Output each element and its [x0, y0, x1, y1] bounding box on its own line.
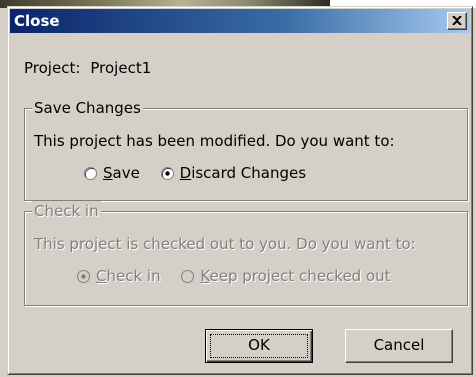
- keep-label-rest: eep project checked out: [209, 267, 391, 285]
- discard-changes-radio[interactable]: Discard Changes: [160, 163, 307, 183]
- close-button[interactable]: [447, 12, 467, 30]
- cancel-button[interactable]: Cancel: [345, 329, 453, 363]
- check-in-description: This project is checked out to you. Do y…: [34, 235, 416, 253]
- save-changes-options: Save Discard Changes: [84, 163, 322, 183]
- project-label: Project:: [24, 59, 81, 77]
- discard-label-rest: iscard Changes: [191, 164, 307, 182]
- check-in-radio[interactable]: Check in: [77, 266, 161, 286]
- project-name: Project1: [90, 59, 152, 77]
- radio-selected-icon: [77, 270, 90, 283]
- check-in-accel: C: [96, 267, 107, 285]
- check-in-legend: Check in: [32, 201, 101, 221]
- close-icon: [452, 16, 462, 25]
- focus-rectangle: [210, 334, 308, 358]
- radio-unselected-icon: [84, 167, 97, 180]
- close-dialog: Close Project: Project1 Save Changes This…: [7, 6, 473, 375]
- save-changes-group: Save Changes This project has been modif…: [24, 98, 468, 201]
- check-in-options: Check in Keep project checked out: [77, 266, 407, 286]
- project-row: Project: Project1: [24, 58, 151, 78]
- cancel-label: Cancel: [373, 336, 425, 354]
- keep-checked-out-radio[interactable]: Keep project checked out: [181, 266, 391, 286]
- window-title: Close: [14, 12, 60, 30]
- ok-button[interactable]: OK: [205, 329, 313, 363]
- save-radio[interactable]: Save: [84, 163, 140, 183]
- discard-accel: D: [179, 164, 192, 182]
- check-in-group: Check in This project is checked out to …: [24, 201, 468, 306]
- radio-selected-icon: [160, 167, 174, 180]
- check-in-label-rest: heck in: [106, 267, 161, 285]
- save-changes-legend: Save Changes: [32, 98, 143, 118]
- title-bar[interactable]: Close: [10, 9, 470, 33]
- radio-unselected-icon: [181, 270, 195, 283]
- save-changes-description: This project has been modified. Do you w…: [34, 132, 395, 150]
- save-accel: S: [103, 164, 113, 182]
- save-label-rest: ave: [112, 164, 140, 182]
